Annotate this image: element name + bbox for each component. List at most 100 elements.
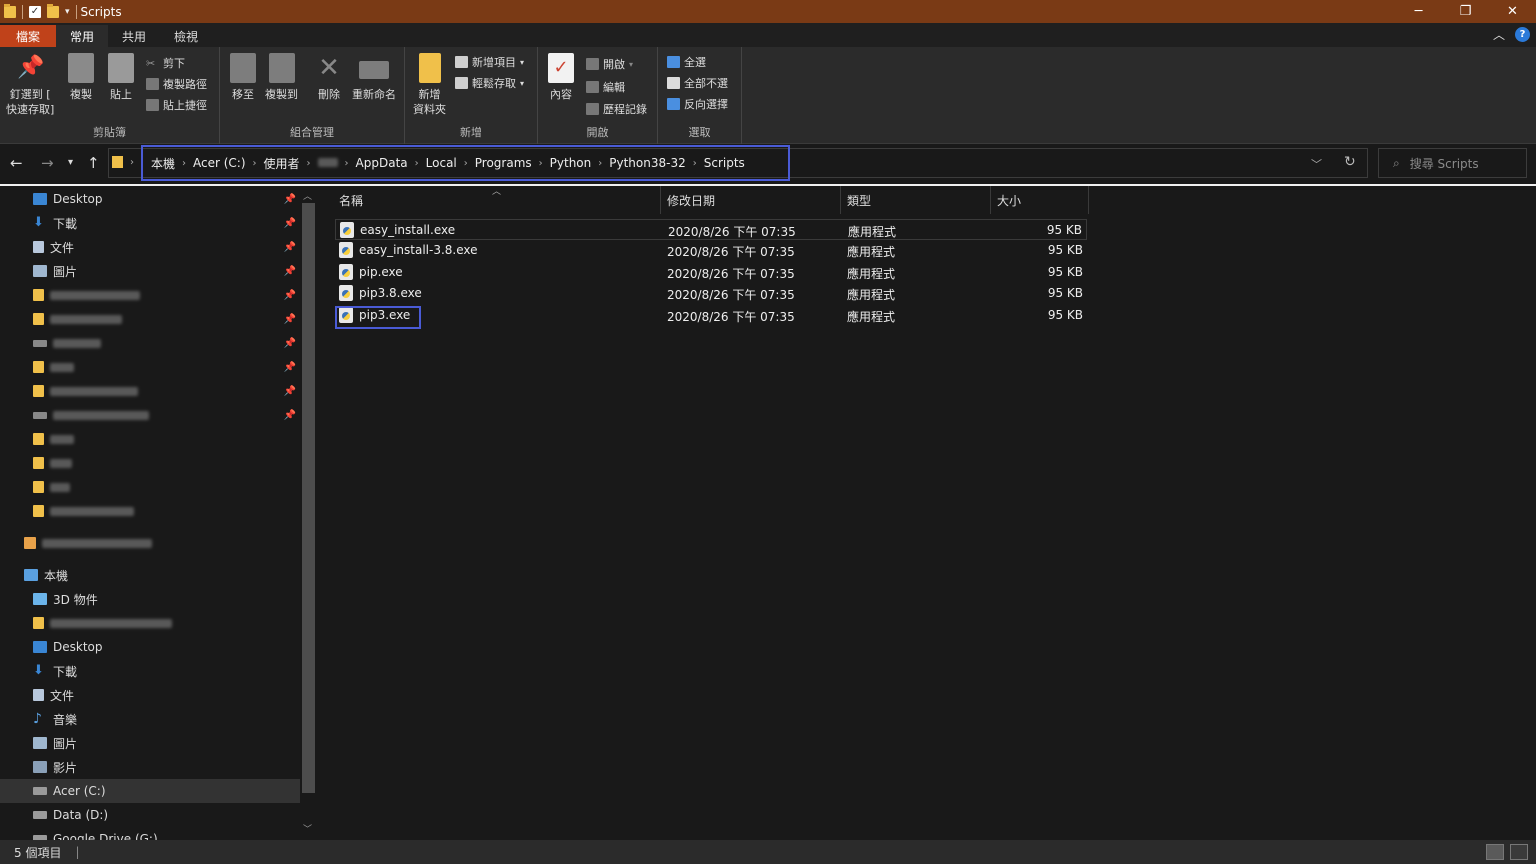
pin-icon[interactable]: 📌 xyxy=(284,362,296,373)
file-row[interactable]: pip3.8.exe 2020/8/26 下午 07:35 應用程式 95 KB xyxy=(335,283,1087,304)
column-header-size[interactable]: 大小 xyxy=(991,186,1089,214)
sidebar-item-drive-c[interactable]: Acer (C:) xyxy=(0,779,300,803)
address-bar[interactable]: 本機 › Acer (C:) › 使用者 › › AppData › Local… xyxy=(141,145,790,181)
history-button[interactable]: 歷程記錄 xyxy=(586,101,647,117)
sidebar-item-downloads-pc[interactable]: ⬇ 下載 xyxy=(0,659,300,683)
large-icons-view-icon[interactable] xyxy=(1510,844,1528,860)
breadcrumb-python[interactable]: Python xyxy=(546,156,596,170)
copy-to-button[interactable]: 複製到 xyxy=(265,53,298,102)
column-header-name[interactable]: 名稱 xyxy=(333,186,661,214)
sidebar-item-redacted[interactable]: 📌 xyxy=(0,355,300,379)
select-none-button[interactable]: 全部不選 xyxy=(667,75,728,91)
properties-button[interactable]: ✓ 內容 xyxy=(548,53,574,102)
refresh-icon[interactable]: ↻ xyxy=(1344,154,1356,170)
breadcrumb-this-pc[interactable]: 本機 xyxy=(147,155,179,172)
pin-icon[interactable]: 📌 xyxy=(284,290,296,301)
file-row[interactable]: pip.exe 2020/8/26 下午 07:35 應用程式 95 KB xyxy=(335,262,1087,283)
invert-selection-button[interactable]: 反向選擇 xyxy=(667,96,728,112)
breadcrumb-programs[interactable]: Programs xyxy=(471,156,536,170)
tab-home[interactable]: 常用 xyxy=(56,25,109,47)
sidebar-item-drive-g[interactable]: Google Drive (G:) xyxy=(0,827,300,840)
paste-button[interactable]: 貼上 xyxy=(108,53,134,102)
new-folder-icon[interactable] xyxy=(47,3,59,18)
tab-view[interactable]: 檢視 xyxy=(160,25,212,47)
back-icon[interactable]: ← xyxy=(10,154,23,172)
properties-icon[interactable]: ✓ xyxy=(29,5,41,18)
pin-icon[interactable]: 📌 xyxy=(284,410,296,421)
sidebar-item-downloads[interactable]: ⬇ 下載 📌 xyxy=(0,211,300,235)
copy-button[interactable]: 複製 xyxy=(68,53,94,102)
sidebar-item-pictures-pc[interactable]: 圖片 xyxy=(0,731,300,755)
select-all-button[interactable]: 全選 xyxy=(667,54,706,70)
pin-icon[interactable]: 📌 xyxy=(284,266,296,277)
breadcrumb-drive[interactable]: Acer (C:) xyxy=(189,156,250,170)
customize-toolbar-icon[interactable]: ▾ xyxy=(65,7,70,17)
scroll-up-icon[interactable]: ︿ xyxy=(303,189,312,202)
file-row[interactable]: easy_install.exe 2020/8/26 下午 07:35 應用程式… xyxy=(335,219,1087,240)
cut-button[interactable]: ✂ 剪下 xyxy=(146,55,185,71)
edit-button[interactable]: 編輯 xyxy=(586,79,625,95)
sidebar-item-redacted[interactable] xyxy=(0,475,300,499)
column-header-type[interactable]: 類型 xyxy=(841,186,991,214)
new-item-button[interactable]: 新增項目 ▾ xyxy=(455,54,524,70)
pin-quick-access-button[interactable]: 📌 釘選到 [ 快速存取] xyxy=(6,53,54,117)
move-to-button[interactable]: 移至 xyxy=(230,53,256,102)
easy-access-button[interactable]: 輕鬆存取 ▾ xyxy=(455,75,524,91)
sidebar-scrollbar[interactable]: ︿ ﹀ xyxy=(300,186,317,840)
breadcrumb-python38[interactable]: Python38-32 xyxy=(605,156,689,170)
column-header-date[interactable]: 修改日期 xyxy=(661,186,841,214)
pin-icon[interactable]: 📌 xyxy=(284,218,296,229)
tab-share[interactable]: 共用 xyxy=(108,25,160,47)
pin-icon[interactable]: 📌 xyxy=(284,314,296,325)
sidebar-item-drive-d[interactable]: Data (D:) xyxy=(0,803,300,827)
file-row[interactable]: easy_install-3.8.exe 2020/8/26 下午 07:35 … xyxy=(335,240,1087,261)
pin-icon[interactable]: 📌 xyxy=(284,194,296,205)
new-folder-button[interactable]: 新增 資料夾 xyxy=(413,53,446,117)
sidebar-item-music[interactable]: ♪ 音樂 xyxy=(0,707,300,731)
tab-file[interactable]: 檔案 xyxy=(0,25,56,47)
pin-icon[interactable]: 📌 xyxy=(284,242,296,253)
sidebar-item-redacted[interactable] xyxy=(0,427,300,451)
address-history-dropdown-icon[interactable]: ﹀ xyxy=(1311,156,1322,172)
breadcrumb-appdata[interactable]: AppData xyxy=(352,156,412,170)
sidebar-item-pictures[interactable]: 圖片 📌 xyxy=(0,259,300,283)
breadcrumb-scripts[interactable]: Scripts xyxy=(700,156,749,170)
sidebar-item-this-pc[interactable]: 本機 xyxy=(0,563,300,587)
sidebar-item-redacted[interactable]: 📌 xyxy=(0,379,300,403)
sidebar-item-desktop-pc[interactable]: Desktop xyxy=(0,635,300,659)
minimize-button[interactable]: ─ xyxy=(1395,0,1442,23)
breadcrumb-users[interactable]: 使用者 xyxy=(260,155,304,172)
sidebar-item-redacted[interactable]: 📌 xyxy=(0,331,300,355)
recent-locations-icon[interactable]: ▾ xyxy=(68,157,73,168)
rename-button[interactable]: 重新命名 xyxy=(352,53,396,102)
pin-icon[interactable]: 📌 xyxy=(284,338,296,349)
open-button[interactable]: 開啟 ▾ xyxy=(586,56,633,72)
forward-icon[interactable]: → xyxy=(41,154,54,172)
pin-icon[interactable]: 📌 xyxy=(284,386,296,397)
sidebar-item-3d-objects[interactable]: 3D 物件 xyxy=(0,587,300,611)
collapse-ribbon-icon[interactable]: ︿ xyxy=(1493,26,1505,43)
sidebar-item-documents[interactable]: 文件 📌 xyxy=(0,235,300,259)
copy-path-button[interactable]: 複製路徑 xyxy=(146,76,207,92)
paste-shortcut-button[interactable]: 貼上捷徑 xyxy=(146,97,207,113)
sidebar-item-documents-pc[interactable]: 文件 xyxy=(0,683,300,707)
scroll-down-icon[interactable]: ﹀ xyxy=(303,822,312,835)
breadcrumb-local[interactable]: Local xyxy=(422,156,461,170)
restore-button[interactable]: ❐ xyxy=(1442,0,1489,23)
sidebar-item-videos[interactable]: 影片 xyxy=(0,755,300,779)
details-view-icon[interactable] xyxy=(1486,844,1504,860)
sidebar-item-redacted[interactable] xyxy=(0,499,300,523)
up-icon[interactable]: ↑ xyxy=(87,154,100,172)
sidebar-item-redacted[interactable] xyxy=(0,451,300,475)
sidebar-item-redacted[interactable]: 📌 xyxy=(0,403,300,427)
file-row[interactable]: pip3.exe 2020/8/26 下午 07:35 應用程式 95 KB xyxy=(335,305,1087,326)
help-icon[interactable]: ? xyxy=(1515,27,1530,42)
sidebar-item-desktop[interactable]: Desktop 📌 xyxy=(0,187,300,211)
sidebar-item-redacted[interactable]: 📌 xyxy=(0,283,300,307)
close-button[interactable]: ✕ xyxy=(1489,0,1536,23)
sidebar-item-redacted[interactable] xyxy=(0,531,300,555)
breadcrumb-username-redacted[interactable] xyxy=(314,156,342,170)
scroll-thumb[interactable] xyxy=(302,203,315,793)
sidebar-item-redacted[interactable]: 📌 xyxy=(0,307,300,331)
search-input[interactable]: ⌕ 搜尋 Scripts xyxy=(1378,148,1527,178)
